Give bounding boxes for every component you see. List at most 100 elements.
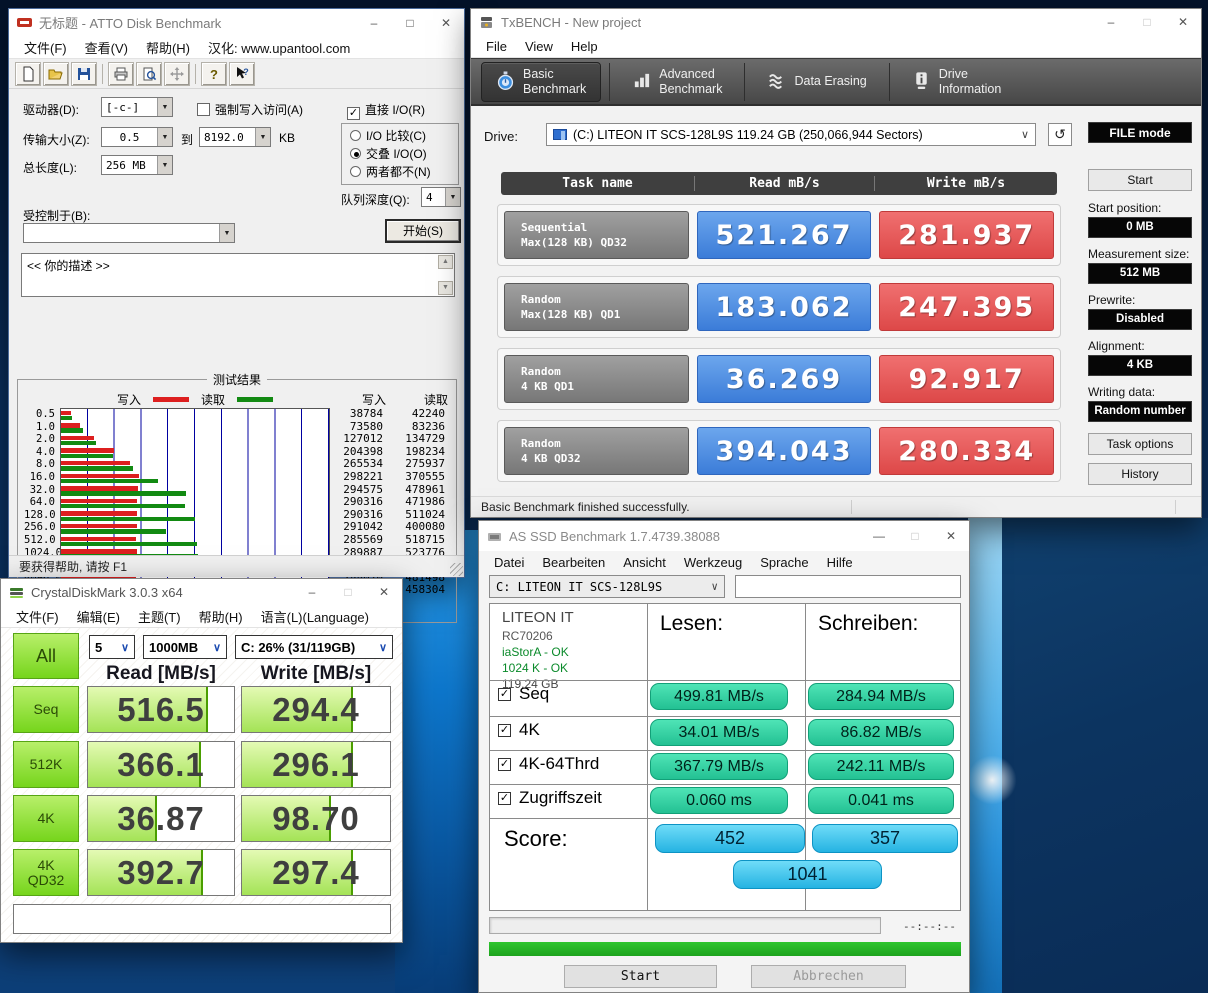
menu-item[interactable]: Ansicht <box>614 555 675 570</box>
measurement-size-value[interactable]: 512 MB <box>1088 263 1192 284</box>
menu-item[interactable]: 帮助(H) <box>190 607 252 626</box>
tab-basic-benchmark[interactable]: BasicBenchmark <box>481 62 601 102</box>
all-test-button[interactable]: All <box>13 633 79 679</box>
radio-icon[interactable] <box>350 148 361 159</box>
drive-combo[interactable]: [-c-]▼ <box>101 97 173 117</box>
menu-item[interactable]: Bearbeiten <box>533 555 614 570</box>
start-button[interactable]: Start <box>564 965 717 988</box>
write-value-button[interactable]: 280.334 <box>879 427 1054 475</box>
checkbox-icon[interactable]: ✓ <box>498 688 511 701</box>
write-value-cell[interactable]: 296.1 <box>241 741 391 788</box>
transfer-to-combo[interactable]: 8192.0▼ <box>199 127 271 147</box>
tab-drive-information[interactable]: DriveInformation <box>898 62 1016 102</box>
write-value-button[interactable]: 281.937 <box>879 211 1054 259</box>
test-size-select[interactable]: 1000MB∨ <box>143 635 227 659</box>
read-value-cell[interactable]: 392.7 <box>87 849 235 896</box>
write-value-cell[interactable]: 294.4 <box>241 686 391 733</box>
close-button[interactable]: ✕ <box>428 9 464 36</box>
read-value-button[interactable]: 183.062 <box>697 283 872 331</box>
cancel-button[interactable]: Abbrechen <box>751 965 906 988</box>
radio-option[interactable]: I/O 比较(C) <box>350 127 458 145</box>
checkbox-icon[interactable]: ✓ <box>498 792 511 805</box>
menu-item[interactable]: 编辑(E) <box>68 607 129 626</box>
tab-advanced-benchmark[interactable]: AdvancedBenchmark <box>618 62 736 102</box>
write-value-cell[interactable]: 297.4 <box>241 849 391 896</box>
history-button[interactable]: History <box>1088 463 1192 485</box>
tab-data-erasing[interactable]: Data Erasing <box>753 62 880 102</box>
save-button[interactable] <box>71 62 97 86</box>
menu-item[interactable]: 文件(F) <box>7 607 68 626</box>
direct-io-checkbox[interactable]: ✓直接 I/O(R) <box>347 101 425 120</box>
menu-item[interactable]: Sprache <box>751 555 817 570</box>
menu-item[interactable]: View <box>516 39 562 54</box>
radio-option[interactable]: 交叠 I/O(O) <box>350 145 458 163</box>
cdm-titlebar[interactable]: CrystalDiskMark 3.0.3 x64 – □ ✕ <box>1 579 402 605</box>
open-file-button[interactable] <box>43 62 69 86</box>
radio-option[interactable]: 两者都不(N) <box>350 163 458 181</box>
transfer-from-combo[interactable]: 0.5▼ <box>101 127 173 147</box>
test-count-select[interactable]: 5∨ <box>89 635 135 659</box>
help-button[interactable]: ? <box>201 62 227 86</box>
menu-item[interactable]: Help <box>562 39 607 54</box>
resize-grip[interactable] <box>450 563 463 576</box>
print-button[interactable] <box>108 62 134 86</box>
test-label-button[interactable]: Seq <box>13 686 79 733</box>
maximize-button[interactable]: □ <box>392 9 428 36</box>
prewrite-value[interactable]: Disabled <box>1088 309 1192 330</box>
scroll-down-icon[interactable]: ▼ <box>438 281 453 295</box>
test-label-button[interactable]: 512K <box>13 741 79 788</box>
read-value-cell[interactable]: 516.5 <box>87 686 235 733</box>
minimize-button[interactable]: – <box>356 9 392 36</box>
task-button[interactable]: Random4 KB QD32 <box>504 427 689 475</box>
scrollbar[interactable]: ▲▼ <box>438 255 453 295</box>
refresh-button[interactable]: ↺ <box>1048 123 1072 146</box>
menu-item[interactable]: File <box>477 39 516 54</box>
start-button[interactable]: 开始(S) <box>385 219 461 243</box>
menu-item[interactable]: 帮助(H) <box>137 38 199 57</box>
menu-item[interactable]: 文件(F) <box>15 38 76 57</box>
read-value-button[interactable]: 394.043 <box>697 427 872 475</box>
menu-item[interactable]: Datei <box>485 555 533 570</box>
atto-titlebar[interactable]: 无标题 - ATTO Disk Benchmark – □ ✕ <box>9 9 464 36</box>
read-value-cell[interactable]: 366.1 <box>87 741 235 788</box>
drive-select[interactable]: C: 26% (31/119GB)∨ <box>235 635 393 659</box>
writing-data-value[interactable]: Random number <box>1088 401 1192 422</box>
file-mode-button[interactable]: FILE mode <box>1088 122 1192 143</box>
drive-combo[interactable]: C: LITEON IT SCS-128L9S∨ <box>489 575 725 598</box>
menu-item[interactable]: 主题(T) <box>129 607 190 626</box>
total-length-combo[interactable]: 256 MB▼ <box>101 155 173 175</box>
minimize-button[interactable]: – <box>1093 9 1129 35</box>
start-button[interactable]: Start <box>1088 169 1192 191</box>
alignment-value[interactable]: 4 KB <box>1088 355 1192 376</box>
txbench-titlebar[interactable]: TxBENCH - New project – □ ✕ <box>471 9 1201 35</box>
write-value-cell[interactable]: 98.70 <box>241 795 391 842</box>
menu-item[interactable]: 查看(V) <box>76 38 137 57</box>
minimize-button[interactable]: — <box>861 521 897 551</box>
radio-icon[interactable] <box>350 130 361 141</box>
maximize-button[interactable]: □ <box>1129 9 1165 35</box>
move-tool-icon[interactable] <box>164 62 190 86</box>
checkbox-icon[interactable]: ✓ <box>498 724 511 737</box>
menu-item[interactable]: Werkzeug <box>675 555 751 570</box>
task-button[interactable]: SequentialMax(128 KB) QD32 <box>504 211 689 259</box>
scroll-up-icon[interactable]: ▲ <box>438 255 453 269</box>
menu-item[interactable]: 汉化: www.upantool.com <box>199 38 359 57</box>
menu-item[interactable]: 语言(L)(Language) <box>252 607 378 626</box>
secondary-input[interactable] <box>735 575 961 598</box>
controlled-by-combo[interactable]: ▼ <box>23 223 235 243</box>
print-preview-button[interactable] <box>136 62 162 86</box>
task-options-button[interactable]: Task options <box>1088 433 1192 455</box>
close-button[interactable]: ✕ <box>933 521 969 551</box>
asssd-titlebar[interactable]: AS SSD Benchmark 1.7.4739.38088 — □ ✕ <box>479 521 969 551</box>
read-value-button[interactable]: 521.267 <box>697 211 872 259</box>
radio-icon[interactable] <box>350 166 361 177</box>
test-label-button[interactable]: 4KQD32 <box>13 849 79 896</box>
close-button[interactable]: ✕ <box>366 579 402 605</box>
force-write-checkbox[interactable]: 强制写入访问(A) <box>197 101 303 118</box>
write-value-button[interactable]: 247.395 <box>879 283 1054 331</box>
task-button[interactable]: Random4 KB QD1 <box>504 355 689 403</box>
new-file-button[interactable] <box>15 62 41 86</box>
queue-depth-combo[interactable]: 4▼ <box>421 187 461 207</box>
read-value-button[interactable]: 36.269 <box>697 355 872 403</box>
drive-combo[interactable]: (C:) LITEON IT SCS-128L9S 119.24 GB (250… <box>546 123 1036 146</box>
